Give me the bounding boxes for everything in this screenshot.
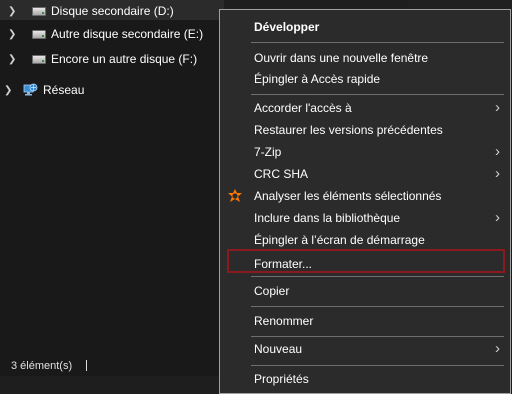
menu-separator [251,276,504,277]
menu-item-label: Propriétés [254,372,309,386]
menu-item-label: Copier [254,284,290,298]
nav-item-drive-f[interactable]: ❯ Encore un autre disque (F:) [0,48,224,70]
menu-item-label: Nouveau [254,342,303,356]
chevron-right-icon[interactable]: ❯ [8,54,16,65]
menu-item-crc-sha[interactable]: CRC SHA › [220,163,510,185]
drive-icon [32,7,46,16]
network-icon [23,83,38,96]
menu-item-label: CRC SHA [254,167,309,181]
drive-icon [32,30,46,39]
menu-item-label: Inclure dans la bibliothèque [254,211,401,225]
menu-item-nouveau[interactable]: Nouveau › [220,338,510,360]
menu-item-restaurer-versions[interactable]: Restaurer les versions précédentes [220,119,510,141]
navigation-pane: ❯ Disque secondaire (D:) ❯ Autre disque … [0,0,224,356]
menu-separator [251,42,504,43]
nav-item-label: Réseau [43,83,85,97]
menu-item-copier[interactable]: Copier [220,280,510,302]
nav-item-label: Disque secondaire (D:) [51,4,174,18]
chevron-right-icon: › [495,143,500,160]
menu-item-accorder-acces[interactable]: Accorder l'accès à › [220,97,510,119]
chevron-right-icon: › [495,209,500,226]
formater-highlight-box [227,249,505,273]
menu-item-label: Analyser les éléments sélectionnés [254,189,442,203]
chevron-right-icon[interactable]: ❯ [8,6,16,17]
chevron-right-icon[interactable]: ❯ [8,29,16,40]
menu-item-label: Développer [254,20,320,34]
menu-item-renommer[interactable]: Renommer [220,310,510,332]
menu-item-label: Épingler à Accès rapide [254,72,381,86]
status-bar: 3 élément(s) [0,356,224,376]
menu-separator [251,336,504,337]
chevron-right-icon: › [495,340,500,357]
menu-item-inclure-bibliotheque[interactable]: Inclure dans la bibliothèque › [220,207,510,229]
menu-item-epingler-ecran-demarrage[interactable]: Épingler à l’écran de démarrage [220,229,510,251]
menu-item-label: Ouvrir dans une nouvelle fenêtre [254,51,429,65]
menu-item-proprietes[interactable]: Propriétés [220,368,510,390]
menu-item-label: 7-Zip [254,145,282,159]
menu-separator [251,306,504,307]
status-divider [86,360,87,371]
chevron-right-icon: › [495,99,500,116]
menu-item-analyser[interactable]: Analyser les éléments sélectionnés [220,185,510,207]
menu-separator [251,365,504,366]
menu-item-label: Accorder l'accès à [254,101,352,115]
context-menu: Développer Ouvrir dans une nouvelle fenê… [219,9,511,394]
nav-item-label: Encore un autre disque (F:) [51,52,198,66]
item-count: 3 élément(s) [11,360,73,372]
nav-item-drive-e[interactable]: ❯ Autre disque secondaire (E:) [0,23,224,45]
nav-item-label: Autre disque secondaire (E:) [51,27,204,41]
chevron-right-icon[interactable]: ❯ [4,85,12,96]
menu-separator [251,94,504,95]
nav-item-network[interactable]: ❯ Réseau [0,79,224,101]
menu-item-developper[interactable]: Développer [220,16,510,38]
menu-item-epingler-acces-rapide[interactable]: Épingler à Accès rapide [220,68,510,90]
nav-item-drive-d[interactable]: ❯ Disque secondaire (D:) [0,0,224,22]
menu-item-label: Restaurer les versions précédentes [254,123,443,137]
menu-item-ouvrir-nouvelle-fenetre[interactable]: Ouvrir dans une nouvelle fenêtre [220,47,510,69]
menu-item-label: Renommer [254,314,314,328]
chevron-right-icon: › [495,165,500,182]
drive-icon [32,55,46,64]
avast-icon [228,189,242,202]
menu-item-7zip[interactable]: 7-Zip › [220,141,510,163]
menu-item-label: Épingler à l’écran de démarrage [254,233,425,247]
